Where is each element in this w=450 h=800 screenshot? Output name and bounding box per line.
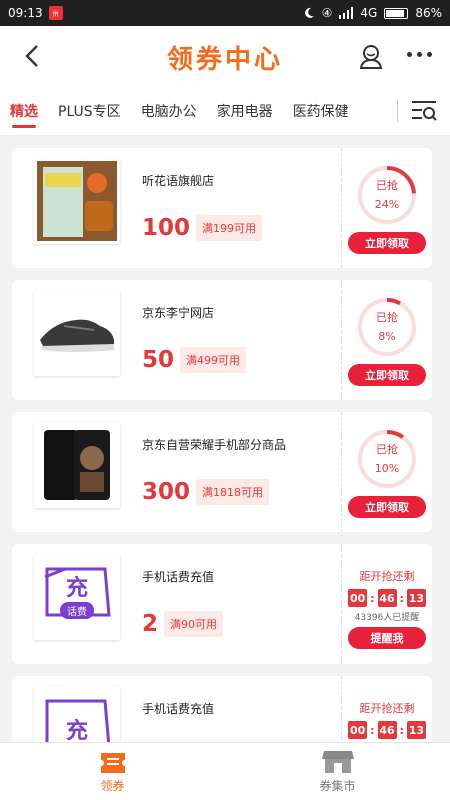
- claim-progress-ring: 已抢 8%: [356, 296, 418, 358]
- signal-icon: [339, 7, 354, 19]
- recharge-char: 充: [65, 575, 88, 601]
- category-tabs: 精选 PLUS专区 电脑办公 家用电器 医药保健: [0, 86, 450, 136]
- battery-icon: [384, 7, 409, 19]
- shop-name: 手机话费充值: [142, 702, 215, 716]
- coupon-card-left: 听花语旗舰店 100 满199可用: [12, 148, 341, 268]
- countdown-seconds: 13: [406, 589, 426, 607]
- claimed-percent: 8%: [378, 330, 396, 343]
- claimed-percent: 24%: [374, 198, 400, 211]
- claim-now-button[interactable]: 立即领取: [348, 496, 426, 518]
- claim-progress-ring: 已抢 24%: [356, 164, 418, 226]
- nav-coupons[interactable]: 领券: [0, 743, 225, 800]
- tab-home-appliances[interactable]: 家用电器: [207, 86, 283, 136]
- category-filter-icon[interactable]: [410, 99, 438, 123]
- coupon-card[interactable]: 京东自营荣耀手机部分商品 300 满1818可用 已抢 10% 立即领取: [12, 412, 438, 532]
- coupon-info: 京东李宁网店 50 满499可用: [142, 290, 341, 400]
- claim-now-button[interactable]: 立即领取: [348, 232, 426, 254]
- coupon-amount: 2: [142, 611, 159, 637]
- recharge-tag: 话费: [60, 601, 94, 619]
- coupon-amount: 50: [142, 347, 175, 373]
- claim-progress-ring: 已抢 10%: [356, 428, 418, 490]
- coupon-card[interactable]: 充 话费 手机话费充值 2 满90可用 距开抢还剩 00: 46: 13 433…: [12, 544, 438, 664]
- amount-row: 2 满90可用: [142, 611, 341, 637]
- coupon-card-left: 京东自营荣耀手机部分商品 300 满1818可用: [12, 412, 341, 532]
- countdown-hours: 00: [348, 589, 368, 607]
- coupon-list: 听花语旗舰店 100 满199可用 已抢 24% 立即领取 京东李宁网店 50 …: [0, 136, 450, 796]
- coupon-card-left: 京东李宁网店 50 满499可用: [12, 280, 341, 400]
- claimed-percent: 10%: [374, 462, 400, 475]
- countdown-timer: 00: 46: 13: [348, 589, 426, 607]
- coupon-condition: 满199可用: [196, 215, 263, 241]
- coupon-amount: 100: [142, 215, 191, 241]
- status-time: 09:13: [8, 6, 43, 20]
- nav-coupons-label: 领券: [100, 779, 125, 793]
- countdown-timer: 00: 46: 13: [348, 721, 426, 739]
- coupon-card-right: 距开抢还剩 00: 46: 13 43396人已提醒 提醒我: [341, 544, 432, 664]
- coupon-card-right: 已抢 10% 立即领取: [341, 412, 432, 532]
- coupon-info: 听花语旗舰店 100 满199可用: [142, 158, 341, 268]
- amount-row: 100 满199可用: [142, 215, 341, 241]
- tab-health[interactable]: 医药保健: [283, 86, 359, 136]
- progress-label: 已抢 24%: [356, 176, 418, 214]
- remind-me-button[interactable]: 提醒我: [348, 627, 426, 649]
- customer-service-icon[interactable]: [358, 43, 384, 69]
- coupon-card[interactable]: 听花语旗舰店 100 满199可用 已抢 24% 立即领取: [12, 148, 438, 268]
- shop-name: 手机话费充值: [142, 570, 215, 584]
- coupon-info: 手机话费充值 2 满90可用: [142, 554, 341, 664]
- coupon-card-right: 已抢 24% 立即领取: [341, 148, 432, 268]
- countdown-seconds: 13: [406, 721, 426, 739]
- shop-name: 京东自营荣耀手机部分商品: [142, 438, 287, 452]
- coupon-ticket-icon: [100, 753, 125, 773]
- phone-recharge-image: 充 话费: [34, 554, 120, 640]
- progress-label: 已抢 10%: [356, 440, 418, 478]
- product-image-shoe: [34, 290, 120, 376]
- coupon-condition: 满499可用: [180, 347, 247, 373]
- claimed-label: 已抢: [376, 311, 398, 324]
- status-circled-four: ④: [321, 6, 333, 20]
- more-options-icon[interactable]: [407, 52, 432, 57]
- claimed-label: 已抢: [376, 443, 398, 456]
- status-bar: 09:13 拼 ④ 4G 86%: [0, 0, 450, 26]
- coupon-condition: 满1818可用: [196, 479, 270, 505]
- bottom-nav: 领券 券集市: [0, 742, 450, 800]
- battery-level: 86%: [415, 6, 442, 20]
- progress-label: 已抢 8%: [356, 308, 418, 346]
- amount-row: 300 满1818可用: [142, 479, 341, 505]
- shop-name: 京东李宁网店: [142, 306, 215, 320]
- network-type: 4G: [360, 6, 378, 20]
- coupon-condition: 满90可用: [164, 611, 224, 637]
- product-image-phone: [34, 422, 120, 508]
- tab-divider: [397, 99, 398, 122]
- countdown-minutes: 46: [377, 721, 397, 739]
- coupon-card-right: 已抢 8% 立即领取: [341, 280, 432, 400]
- shop-name: 听花语旗舰店: [142, 174, 215, 188]
- tab-computer-office[interactable]: 电脑办公: [131, 86, 207, 136]
- recharge-badge: 充 话费: [34, 554, 120, 640]
- coupon-info: 京东自营荣耀手机部分商品 300 满1818可用: [142, 422, 341, 532]
- coupon-card[interactable]: 京东李宁网店 50 满499可用 已抢 8% 立即领取: [12, 280, 438, 400]
- app-notification-icon: 拼: [48, 6, 63, 20]
- countdown-minutes: 46: [377, 589, 397, 607]
- recharge-char: 充: [65, 719, 88, 744]
- moon-icon: [304, 7, 314, 18]
- tab-featured[interactable]: 精选: [0, 86, 48, 136]
- coupon-amount: 300: [142, 479, 191, 505]
- market-store-icon: [321, 751, 354, 773]
- tab-plus[interactable]: PLUS专区: [48, 86, 131, 136]
- nav-coupon-market[interactable]: 券集市: [225, 743, 450, 800]
- reminded-count: 43396人已提醒: [354, 613, 420, 623]
- status-right: ④ 4G 86%: [303, 6, 442, 20]
- claimed-label: 已抢: [376, 179, 398, 192]
- amount-row: 50 满499可用: [142, 347, 341, 373]
- countdown-label: 距开抢还剩: [359, 702, 415, 715]
- claim-now-button[interactable]: 立即领取: [348, 364, 426, 386]
- product-image-tea: [34, 158, 120, 244]
- countdown-hours: 00: [348, 721, 368, 739]
- countdown-label: 距开抢还剩: [359, 570, 415, 583]
- nav-coupon-market-label: 券集市: [319, 779, 356, 793]
- app-header: 领券中心: [0, 26, 450, 86]
- coupon-card-left: 充 话费 手机话费充值 2 满90可用: [12, 544, 341, 664]
